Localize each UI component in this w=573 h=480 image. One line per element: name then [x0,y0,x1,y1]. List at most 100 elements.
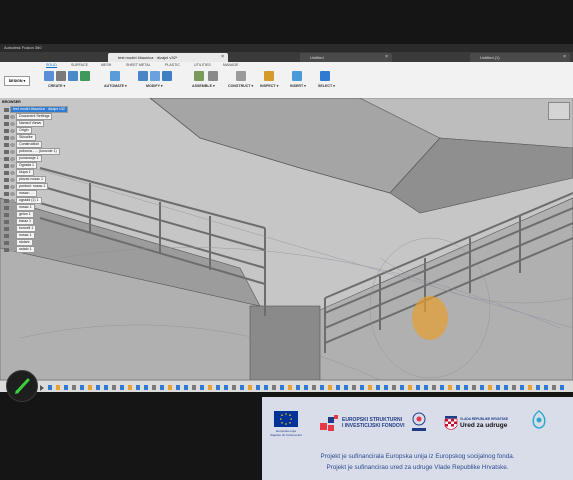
view-cube[interactable] [548,102,570,120]
browser-root[interactable]: test model čitaonica · dizajni v32 [2,106,68,113]
press-pull-icon[interactable] [138,71,148,81]
annotation-pen-button[interactable] [6,370,38,402]
expand-icon[interactable] [4,121,9,126]
browser-item[interactable]: koncelI 1 [2,225,37,232]
expand-icon[interactable] [4,212,9,217]
expand-icon[interactable] [4,170,9,175]
model-viewport[interactable] [0,98,573,380]
browser-item[interactable]: Named Views [2,120,45,127]
expand-icon[interactable] [4,107,9,112]
group-insert[interactable]: INSERT ▾ [290,84,306,88]
eye-icon[interactable] [10,163,15,168]
close-icon[interactable]: × [563,53,566,62]
tab-mesh[interactable]: MESH [101,63,111,67]
expand-icon[interactable] [4,205,9,210]
eye-icon[interactable] [10,135,15,140]
tab-solid[interactable]: SOLID [46,63,57,68]
automate-icon[interactable] [110,71,120,81]
eye-icon[interactable] [10,240,15,245]
tab-plastic[interactable]: PLASTIC [165,63,180,67]
browser-item[interactable]: ogradd (1) 1 [2,197,42,204]
as-built-joint-icon[interactable] [208,71,218,81]
close-icon[interactable]: × [221,53,224,62]
revolve-icon[interactable] [80,71,90,81]
eye-icon[interactable] [10,205,15,210]
browser-item[interactable]: baraz 1 [2,218,34,225]
eye-icon[interactable] [10,177,15,182]
expand-icon[interactable] [4,219,9,224]
expand-icon[interactable] [4,142,9,147]
eye-icon[interactable] [10,247,15,252]
browser-item[interactable]: Ograda 1 [2,162,37,169]
browser-item[interactable]: nosac 1 [2,204,35,211]
group-select[interactable]: SELECT ▾ [318,84,335,88]
document-tab[interactable]: Untitled × [300,53,392,62]
new-component-icon[interactable] [44,71,54,81]
browser-item[interactable]: ponavanje 1 [2,155,42,162]
extrude-icon[interactable] [68,71,78,81]
tab-sheet-metal[interactable]: SHEET METAL [126,63,151,67]
eye-icon[interactable] [10,212,15,217]
eye-icon[interactable] [10,149,15,154]
offset-plane-icon[interactable] [236,71,246,81]
eye-icon[interactable] [10,142,15,147]
browser-item[interactable]: pokrova - ... (konzole 1) [2,148,60,155]
shell-icon[interactable] [162,71,172,81]
eye-icon[interactable] [10,121,15,126]
tab-surface[interactable]: SURFACE [71,63,88,67]
expand-icon[interactable] [4,135,9,140]
expand-icon[interactable] [4,247,9,252]
eye-icon[interactable] [10,128,15,133]
expand-icon[interactable] [4,128,9,133]
timeline[interactable] [0,380,573,392]
expand-icon[interactable] [4,240,9,245]
eye-icon[interactable] [10,170,15,175]
expand-icon[interactable] [4,177,9,182]
insert-icon[interactable] [292,71,302,81]
create-sketch-icon[interactable] [56,71,66,81]
expand-icon[interactable] [4,184,9,189]
eye-icon[interactable] [10,191,15,196]
workspace-switcher[interactable]: DESIGN ▾ [4,76,30,86]
eye-icon[interactable] [10,233,15,238]
fillet-icon[interactable] [150,71,160,81]
joint-icon[interactable] [194,71,204,81]
expand-icon[interactable] [4,198,9,203]
group-inspect[interactable]: INSPECT ▾ [260,84,278,88]
eye-icon[interactable] [10,219,15,224]
browser-item[interactable]: Document Settings [2,113,53,120]
group-automate[interactable]: AUTOMATE ▾ [104,84,127,88]
expand-icon[interactable] [4,114,9,119]
browser-item[interactable]: Origin [2,127,32,134]
design-canvas[interactable]: BROWSER test model čitaonica · dizajni v… [0,98,573,380]
group-modify[interactable]: MODIFY ▾ [146,84,163,88]
group-construct[interactable]: CONSTRUCT ▾ [228,84,253,88]
select-icon[interactable] [320,71,330,81]
browser-item[interactable]: Skica/ke [2,134,36,141]
browser-item[interactable]: gelon 1 [2,211,34,218]
eye-icon[interactable] [10,198,15,203]
eye-icon[interactable] [10,226,15,231]
document-tab[interactable]: Untitled (1) × [470,53,570,62]
browser-item[interactable]: nosac 1 [2,232,35,239]
expand-icon[interactable] [4,226,9,231]
measure-icon[interactable] [264,71,274,81]
expand-icon[interactable] [4,163,9,168]
expand-icon[interactable] [4,191,9,196]
tab-utilities[interactable]: UTILITIES [194,63,211,67]
close-icon[interactable]: × [385,53,388,62]
tab-manage[interactable]: MANAGE [223,63,239,67]
expand-icon[interactable] [4,156,9,161]
document-tab-active[interactable]: test model čitaonica · dizajni v32* × [108,53,228,62]
browser-item[interactable]: klupa 1 [2,169,34,176]
browser-item[interactable]: nosac: ... [2,190,37,197]
browser-item[interactable]: pontoni: nosac 1 [2,183,49,190]
expand-icon[interactable] [4,149,9,154]
browser-item[interactable]: Construction [2,141,43,148]
group-create[interactable]: CREATE ▾ [48,84,65,88]
eye-icon[interactable] [10,156,15,161]
expand-icon[interactable] [4,233,9,238]
browser-item[interactable]: plovac nosac 1 [2,176,46,183]
browser-item[interactable]: ostalo 1 [2,246,35,253]
group-assemble[interactable]: ASSEMBLE ▾ [192,84,215,88]
